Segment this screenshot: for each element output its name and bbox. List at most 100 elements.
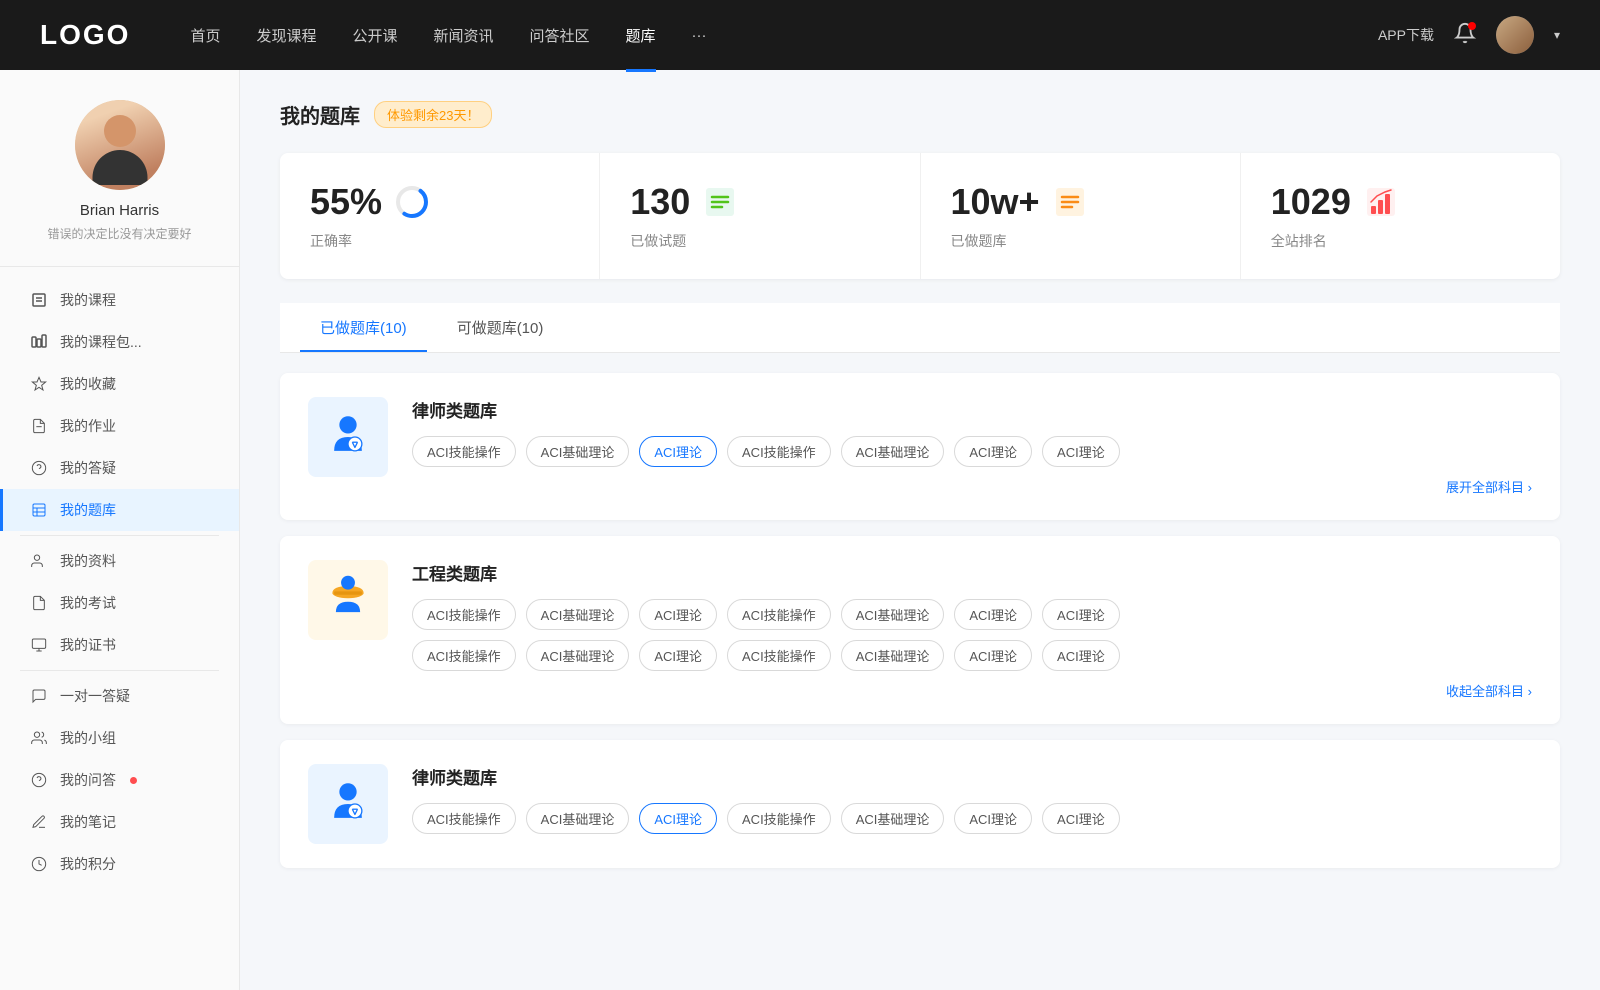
- sidebar-item-label: 我的课程包...: [60, 332, 142, 352]
- nav-chevron-icon[interactable]: ▾: [1554, 28, 1560, 42]
- sidebar-item-label: 我的收藏: [60, 374, 116, 394]
- qbank-tags-0: ACI技能操作 ACI基础理论 ACI理论 ACI技能操作 ACI基础理论 AC…: [412, 436, 1532, 467]
- sidebar-item-favorites[interactable]: 我的收藏: [0, 363, 239, 405]
- page-title: 我的题库: [280, 100, 360, 129]
- sidebar-item-label: 我的考试: [60, 593, 116, 613]
- qbank-tag-active[interactable]: ACI理论: [639, 436, 717, 467]
- sidebar-item-homework[interactable]: 我的作业: [0, 405, 239, 447]
- tabs-container: 已做题库(10) 可做题库(10): [280, 303, 1560, 353]
- nav-avatar[interactable]: [1496, 16, 1534, 54]
- nav-link-opencourse[interactable]: 公开课: [352, 21, 397, 50]
- exam-icon: [30, 594, 48, 612]
- qbank-tag[interactable]: ACI基础理论: [841, 599, 945, 630]
- course-icon: [30, 291, 48, 309]
- lawyer-icon: [322, 411, 374, 463]
- qbank-tag[interactable]: ACI理论: [1042, 599, 1120, 630]
- qbank-icon-wrap-engineer: [308, 560, 388, 640]
- notes-icon: [30, 813, 48, 831]
- qbank-tag[interactable]: ACI技能操作: [727, 599, 831, 630]
- qbank-info-2: 律师类题库 ACI技能操作 ACI基础理论 ACI理论 ACI技能操作 ACI基…: [412, 764, 1532, 834]
- qbank-tag[interactable]: ACI理论: [639, 599, 717, 630]
- nav-bell-button[interactable]: [1454, 22, 1476, 49]
- tab-done-qbank[interactable]: 已做题库(10): [300, 303, 427, 352]
- qbank-collapse-button-1[interactable]: 收起全部科目 ›: [412, 681, 1532, 700]
- navbar: LOGO 首页 发现课程 公开课 新闻资讯 问答社区 题库 ··· APP下载 …: [0, 0, 1600, 70]
- qbank-tag[interactable]: ACI基础理论: [841, 436, 945, 467]
- stat-accuracy-value: 55%: [310, 181, 382, 223]
- sidebar-item-qbank[interactable]: 我的题库: [0, 489, 239, 531]
- qbank-tag[interactable]: ACI技能操作: [727, 640, 831, 671]
- qbank-tag[interactable]: ACI理论: [954, 599, 1032, 630]
- tab-available-qbank[interactable]: 可做题库(10): [437, 303, 564, 352]
- qbank-tag[interactable]: ACI理论: [1042, 640, 1120, 671]
- sidebar-item-label: 我的课程: [60, 290, 116, 310]
- nav-link-qbank[interactable]: 题库: [626, 21, 656, 50]
- qbank-tag[interactable]: ACI理论: [954, 640, 1032, 671]
- homework-icon: [30, 417, 48, 435]
- qbank-tag[interactable]: ACI基础理论: [526, 640, 630, 671]
- qbank-tag[interactable]: ACI理论: [639, 640, 717, 671]
- nav-link-home[interactable]: 首页: [190, 21, 220, 50]
- sidebar-item-label: 一对一答疑: [60, 686, 130, 706]
- qbank-icon-wrap-lawyer-0: [308, 397, 388, 477]
- qbank-card-1: 工程类题库 ACI技能操作 ACI基础理论 ACI理论 ACI技能操作 ACI基…: [280, 536, 1560, 724]
- points-icon: [30, 855, 48, 873]
- nav-link-discover[interactable]: 发现课程: [256, 21, 316, 50]
- sidebar-menu: 我的课程 我的课程包... 我的收藏: [0, 267, 239, 897]
- sidebar-item-points[interactable]: 我的积分: [0, 843, 239, 885]
- profile-motto: 错误的决定比没有决定要好: [47, 225, 191, 242]
- sidebar-divider-2: [20, 670, 219, 671]
- sidebar-item-label: 我的答疑: [60, 458, 116, 478]
- sidebar-item-label: 我的小组: [60, 728, 116, 748]
- stat-questions-label: 已做试题: [630, 231, 686, 251]
- stat-questions-done: 130 已做试题: [600, 153, 920, 279]
- sidebar-item-label: 我的笔记: [60, 812, 116, 832]
- avatar: [75, 100, 165, 190]
- qbank-tag[interactable]: ACI理论: [1042, 436, 1120, 467]
- page-header: 我的题库 体验剩余23天！: [280, 100, 1560, 129]
- sidebar-item-label: 我的题库: [60, 500, 116, 520]
- qbank-tag[interactable]: ACI技能操作: [727, 436, 831, 467]
- qbank-tag[interactable]: ACI基础理论: [526, 436, 630, 467]
- my-qa-icon: [30, 771, 48, 789]
- qbank-tag[interactable]: ACI技能操作: [412, 599, 516, 630]
- nav-link-news[interactable]: 新闻资讯: [434, 21, 494, 50]
- nav-link-more[interactable]: ···: [692, 23, 707, 48]
- package-icon: [30, 333, 48, 351]
- qbank-tag[interactable]: ACI基础理论: [841, 803, 945, 834]
- qbank-tag[interactable]: ACI理论: [1042, 803, 1120, 834]
- qbank-tags-row1: ACI技能操作 ACI基础理论 ACI理论 ACI技能操作 ACI基础理论 AC…: [412, 599, 1532, 630]
- main-layout: Brian Harris 错误的决定比没有决定要好 我的课程: [0, 70, 1600, 990]
- qbank-info-0: 律师类题库 ACI技能操作 ACI基础理论 ACI理论 ACI技能操作 ACI基…: [412, 397, 1532, 496]
- qbank-tag[interactable]: ACI技能操作: [727, 803, 831, 834]
- engineer-icon: [322, 574, 374, 626]
- sidebar-item-profile[interactable]: 我的资料: [0, 540, 239, 582]
- qbank-tag[interactable]: ACI理论: [954, 803, 1032, 834]
- qbank-tag[interactable]: ACI基础理论: [526, 803, 630, 834]
- sidebar-item-questions[interactable]: 我的答疑: [0, 447, 239, 489]
- sidebar-item-course-package[interactable]: 我的课程包...: [0, 321, 239, 363]
- sidebar-item-group[interactable]: 我的小组: [0, 717, 239, 759]
- stat-banks-label: 已做题库: [951, 231, 1007, 251]
- qbank-tag[interactable]: ACI技能操作: [412, 436, 516, 467]
- sidebar-item-label: 我的资料: [60, 551, 116, 571]
- qbank-tag[interactable]: ACI技能操作: [412, 803, 516, 834]
- qbank-tag[interactable]: ACI理论: [954, 436, 1032, 467]
- qbank-tag[interactable]: ACI基础理论: [526, 599, 630, 630]
- qbank-tag[interactable]: ACI基础理论: [841, 640, 945, 671]
- sidebar-item-tutor[interactable]: 一对一答疑: [0, 675, 239, 717]
- sidebar-item-my-course[interactable]: 我的课程: [0, 279, 239, 321]
- qbank-tag-active[interactable]: ACI理论: [639, 803, 717, 834]
- nav-link-qa[interactable]: 问答社区: [530, 21, 590, 50]
- nav-right: APP下载 ▾: [1378, 16, 1560, 54]
- sidebar-item-notes[interactable]: 我的笔记: [0, 801, 239, 843]
- nav-app-download[interactable]: APP下载: [1378, 25, 1434, 45]
- stat-banks-value: 10w+: [951, 181, 1040, 223]
- qbank-title-0: 律师类题库: [412, 397, 1532, 422]
- stat-ranking-label: 全站排名: [1271, 231, 1327, 251]
- sidebar-item-my-qa[interactable]: 我的问答: [0, 759, 239, 801]
- sidebar-item-certificate[interactable]: 我的证书: [0, 624, 239, 666]
- sidebar-item-exam[interactable]: 我的考试: [0, 582, 239, 624]
- qbank-expand-button-0[interactable]: 展开全部科目 ›: [412, 477, 1532, 496]
- qbank-tag[interactable]: ACI技能操作: [412, 640, 516, 671]
